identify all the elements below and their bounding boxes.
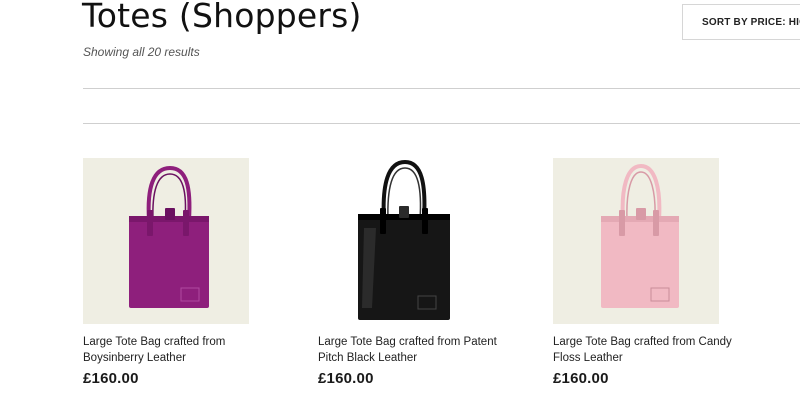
- product-card: Large Tote Bag crafted from Boysinberry …: [83, 158, 283, 387]
- divider: [83, 88, 800, 89]
- product-price: £160.00: [83, 370, 139, 387]
- shop-category-page: Totes (Shoppers) Showing all 20 results …: [0, 0, 800, 400]
- product-price: £160.00: [318, 370, 374, 387]
- sort-dropdown[interactable]: SORT BY PRICE: HIGH TO LOW: [682, 4, 800, 40]
- product-name[interactable]: Large Tote Bag crafted from Patent Pitch…: [318, 334, 518, 366]
- tote-bag-image: [601, 163, 679, 308]
- product-name[interactable]: Large Tote Bag crafted from Boysinberry …: [83, 334, 283, 366]
- divider: [83, 123, 800, 124]
- page-title: Totes (Shoppers): [82, 0, 362, 35]
- product-card: Large Tote Bag crafted from Candy Floss …: [553, 158, 753, 387]
- product-name[interactable]: Large Tote Bag crafted from Candy Floss …: [553, 334, 753, 366]
- sort-dropdown-label: SORT BY PRICE: HIGH TO LOW: [702, 17, 800, 28]
- product-image-link[interactable]: [83, 158, 249, 324]
- tote-bag-image: [358, 159, 450, 320]
- product-card: Large Tote Bag crafted from Patent Pitch…: [318, 158, 518, 387]
- product-image-link[interactable]: [553, 158, 719, 324]
- result-count: Showing all 20 results: [83, 45, 200, 59]
- product-price: £160.00: [553, 370, 609, 387]
- product-image-link[interactable]: [318, 158, 484, 324]
- tote-bag-image: [129, 165, 209, 308]
